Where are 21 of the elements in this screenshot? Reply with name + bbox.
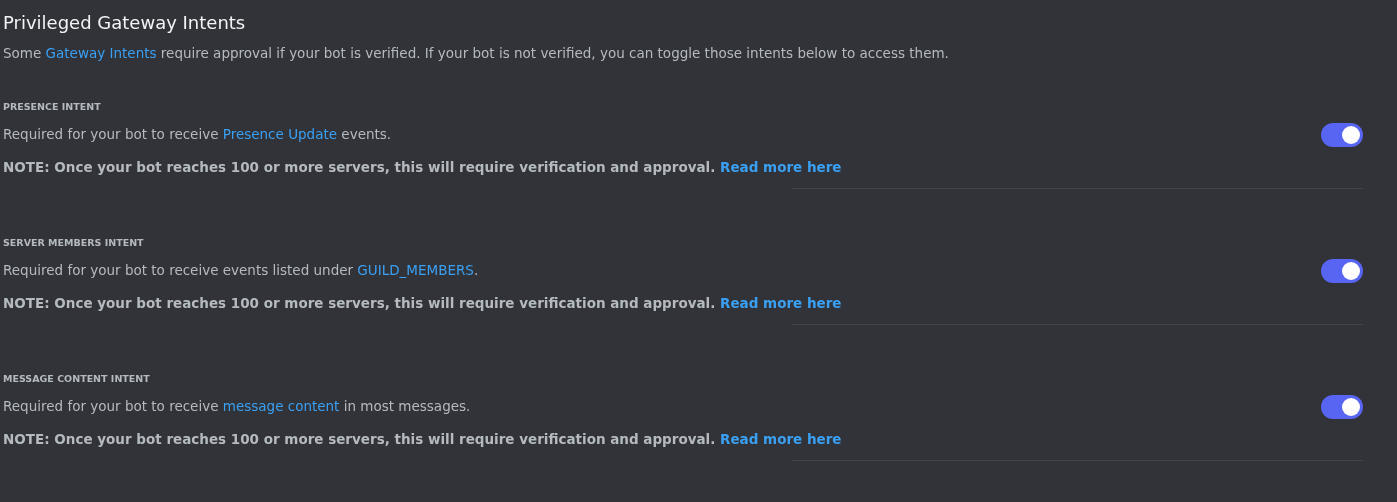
intent-heading: PRESENCE INTENT	[3, 100, 102, 114]
intent-description: Required for your bot to receive Presence Update events.	[3, 125, 393, 144]
read-more-link[interactable]: Read more here	[720, 159, 842, 175]
read-more-link[interactable]: Read more here	[720, 295, 842, 311]
intro-text: Some Gateway Intents require approval if your bot is verified. If your bot is not verified, you can toggle those intents below to access them.	[3, 44, 950, 63]
intent-description: Required for your bot to receive events listed under GUILD_MEMBERS.	[3, 261, 480, 280]
page-title: Privileged Gateway Intents	[3, 11, 247, 35]
verification-note: NOTE: Once your bot reaches 100 or more servers, this will require verification and approval. Read more here	[3, 294, 842, 313]
intent-description: Required for your bot to receive message content in most messages.	[3, 397, 472, 416]
read-more-link[interactable]: Read more here	[720, 431, 842, 447]
intent-toggle[interactable]	[1321, 122, 1363, 147]
doc-link[interactable]: Presence Update	[222, 126, 338, 142]
gateway-intents-link[interactable]: Gateway Intents	[45, 45, 157, 61]
intent-heading: SERVER MEMBERS INTENT	[3, 236, 145, 250]
doc-link[interactable]: GUILD_MEMBERS	[357, 262, 474, 278]
intent-toggle[interactable]	[1321, 394, 1363, 419]
verification-note: NOTE: Once your bot reaches 100 or more servers, this will require verification and approval. Read more here	[3, 158, 842, 177]
intent-toggle[interactable]	[1321, 258, 1363, 283]
doc-link[interactable]: message content	[222, 398, 340, 414]
verification-note: NOTE: Once your bot reaches 100 or more servers, this will require verification and approval. Read more here	[3, 430, 842, 449]
intent-heading: MESSAGE CONTENT INTENT	[3, 372, 151, 386]
